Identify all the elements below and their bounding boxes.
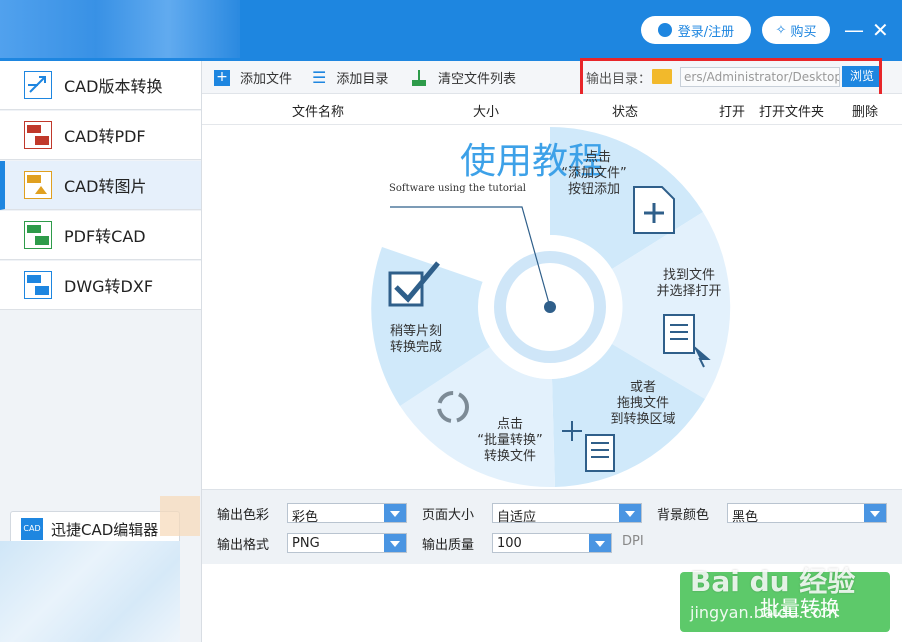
page-size-select[interactable]: 自适应	[492, 503, 642, 525]
minimize-button[interactable]: —	[844, 18, 864, 42]
cad-editor-icon: CAD	[21, 518, 43, 540]
wand-icon: ✧	[775, 22, 787, 38]
header-open: 打开	[719, 105, 746, 120]
header-status: 状态	[612, 105, 639, 120]
baidu-watermark-url: jingyan.baidu.com	[690, 603, 838, 622]
chevron-down-icon	[619, 504, 641, 522]
annotation-highlight	[580, 58, 882, 98]
pdf-to-cad-icon	[24, 221, 52, 249]
header-delete: 删除	[852, 105, 879, 120]
quality-label: 输出质量	[422, 538, 475, 553]
baidu-watermark-logo: Bai du 经验	[690, 565, 856, 598]
quality-select[interactable]: 100	[492, 533, 612, 553]
bg-color-select[interactable]: 黑色	[727, 503, 887, 525]
sidebar-item-cad-to-pdf[interactable]: CAD转PDF	[0, 111, 201, 160]
blurred-logo	[0, 0, 240, 58]
plus-icon: +	[214, 69, 230, 86]
title-bar: 登录/注册 ✧ 购买 — ✕	[0, 0, 902, 61]
user-icon	[657, 23, 672, 37]
dpi-label: DPI	[622, 534, 644, 549]
sidebar-item-pdf-to-cad[interactable]: PDF转CAD	[0, 211, 201, 260]
step3-line1: 或者	[630, 380, 656, 395]
step5-line2: 转换完成	[390, 340, 442, 355]
page-size-label: 页面大小	[422, 508, 475, 523]
login-button[interactable]: 登录/注册	[641, 16, 751, 44]
blurred-patch	[160, 496, 200, 536]
chevron-down-icon	[589, 534, 611, 552]
cad-to-pdf-icon	[24, 121, 52, 149]
step5-line1: 稍等片刻	[390, 323, 442, 339]
close-button[interactable]: ✕	[872, 18, 889, 42]
add-file-doc-icon	[633, 186, 675, 234]
tutorial-subtitle: Software using the tutorial	[389, 183, 526, 194]
clear-list-button[interactable]: 清空文件列表	[412, 68, 516, 87]
sidebar: CAD版本转换 CAD转PDF CAD转图片 PDF转CAD DWG转DXF C…	[0, 61, 202, 642]
list-icon: ☰	[312, 68, 327, 87]
settings-panel: 输出色彩 彩色 页面大小 自适应 背景颜色 黑色 输出格式 PNG 输出质量 1…	[202, 489, 902, 564]
color-label: 输出色彩	[217, 508, 270, 523]
step3-line2: 拖拽文件	[617, 396, 669, 411]
add-file-button[interactable]: + 添加文件	[214, 68, 292, 87]
step3-line3: 到转换区域	[610, 412, 675, 427]
step2-line2: 并选择打开	[656, 284, 721, 299]
file-drop-area[interactable]: 使用教程 Software using the tutorial 点击 “添加文…	[202, 125, 902, 488]
header-name: 文件名称	[292, 105, 345, 120]
step1-line2: “添加文件”	[561, 166, 626, 181]
broom-icon	[412, 69, 426, 86]
format-select[interactable]: PNG	[287, 533, 407, 553]
step1-line1: 点击	[585, 150, 611, 165]
tutorial-wheel: 使用教程 Software using the tutorial 点击 “添加文…	[371, 126, 731, 488]
blurred-region	[0, 541, 180, 642]
step4-line2: “批量转换”	[477, 433, 542, 448]
step1-line3: 按钮添加	[568, 182, 620, 197]
color-select[interactable]: 彩色	[287, 503, 407, 525]
cad-version-icon	[24, 71, 52, 99]
chevron-down-icon	[384, 504, 406, 522]
file-table-header: 文件名称 大小 状态 打开 打开文件夹 删除	[202, 94, 902, 125]
sidebar-item-cad-to-image[interactable]: CAD转图片	[0, 161, 201, 210]
chevron-down-icon	[384, 534, 406, 552]
chevron-down-icon	[864, 504, 886, 522]
step4-line3: 转换文件	[484, 449, 536, 464]
add-dir-button[interactable]: ☰ 添加目录	[312, 68, 388, 87]
format-label: 输出格式	[217, 538, 270, 553]
header-size: 大小	[473, 105, 500, 120]
step4-line1: 点击	[497, 417, 523, 432]
buy-button[interactable]: ✧ 购买	[762, 16, 830, 44]
sidebar-item-dwg-to-dxf[interactable]: DWG转DXF	[0, 261, 201, 310]
sidebar-item-cad-version[interactable]: CAD版本转换	[0, 61, 201, 110]
bg-color-label: 背景颜色	[657, 508, 710, 523]
header-open-folder: 打开文件夹	[759, 105, 825, 120]
step2-line1: 找到文件	[663, 268, 715, 283]
cad-to-image-icon	[24, 171, 52, 199]
dwg-to-dxf-icon	[24, 271, 52, 299]
